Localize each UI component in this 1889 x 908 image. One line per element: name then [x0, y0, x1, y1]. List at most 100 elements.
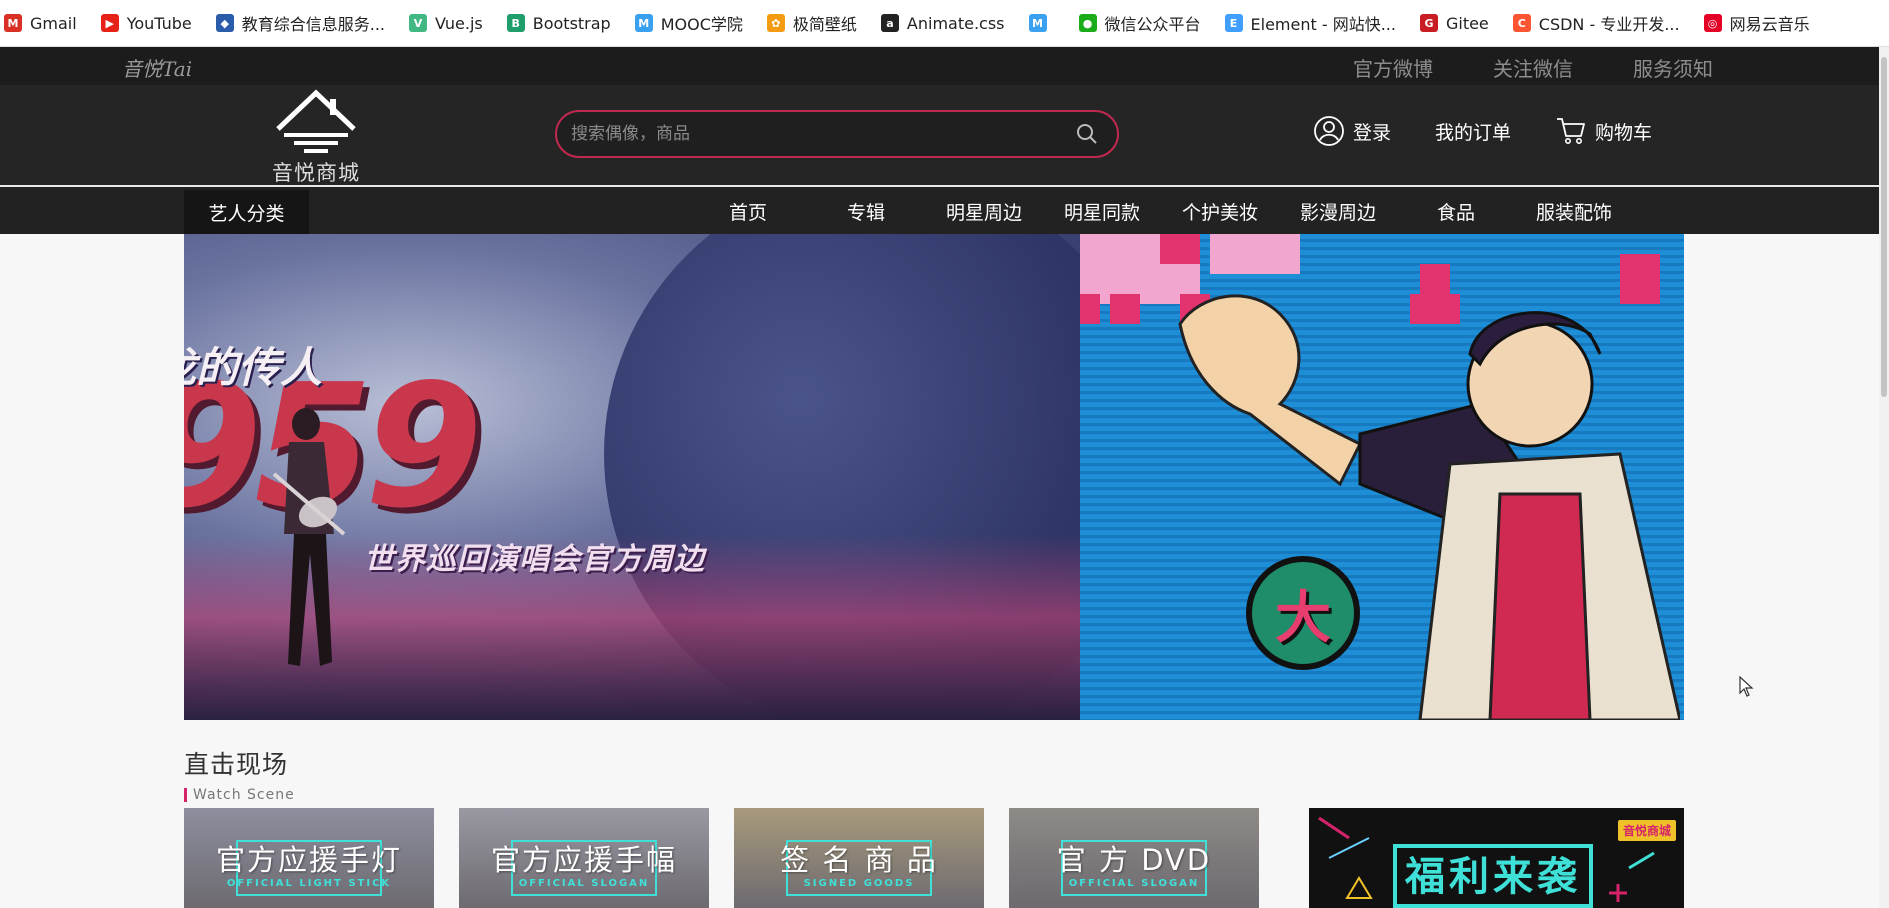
user-icon [1314, 116, 1344, 146]
bookmark-label: 网易云音乐 [1729, 15, 1810, 34]
login-link[interactable]: 登录 [1313, 115, 1391, 147]
card-dvd[interactable]: 官 方 DVD OFFICIAL SLOGAN [1009, 808, 1259, 908]
cart-label: 购物车 [1595, 121, 1653, 144]
scrollbar-thumb[interactable] [1881, 57, 1887, 397]
brand-small[interactable]: 音悦Tai [122, 53, 192, 82]
card-subtitle: OFFICIAL SLOGAN [518, 878, 650, 889]
card-subtitle: SIGNED GOODS [803, 878, 915, 889]
weibo-link[interactable]: 官方微博 [1353, 53, 1433, 82]
bookmark-label: Gitee [1445, 13, 1489, 33]
bookmark-label: Bootstrap [532, 13, 611, 33]
bookmark-item[interactable]: G Gitee [1419, 13, 1489, 33]
search-input[interactable] [557, 124, 1065, 144]
section-subtitle: Watch Scene [184, 788, 295, 802]
bookmark-item[interactable]: E Element - 网站快... [1224, 11, 1396, 35]
bookmark-item[interactable]: M MOOC学院 [634, 11, 743, 35]
bookmark-item[interactable]: ▶ YouTube [100, 13, 192, 33]
logo-text: 音悦商城 [272, 161, 360, 185]
education-icon: ◆ [215, 14, 234, 32]
my-orders-link[interactable]: 我的订单 [1435, 118, 1511, 145]
nav-item-home[interactable]: 首页 [689, 187, 807, 234]
animate-icon: a [880, 14, 899, 32]
top-strip: 音悦Tai 官方微博 关注微信 服务须知 [0, 47, 1889, 85]
bookmark-item[interactable]: V Vue.js [409, 14, 483, 33]
nav-item-anime[interactable]: 影漫周边 [1279, 187, 1397, 234]
main-nav: 艺人分类 首页 专辑 明星周边 明星同款 个护美妆 影漫周边 食品 服装配饰 [0, 187, 1889, 234]
nav-item-star-style[interactable]: 明星同款 [1043, 187, 1161, 234]
csdn-icon: C [1512, 14, 1531, 32]
bookmark-label: Vue.js [435, 13, 483, 33]
bookmark-item[interactable]: M Gmail [4, 14, 77, 33]
cart-icon [1557, 118, 1585, 144]
service-notice-link[interactable]: 服务须知 [1633, 53, 1713, 82]
bookmark-item[interactable]: C CSDN - 专业开发... [1512, 11, 1680, 35]
nav-item-albums[interactable]: 专辑 [807, 187, 925, 234]
wechat-icon: ● [1078, 14, 1097, 32]
pixel-block [1160, 234, 1200, 264]
bookmark-item[interactable]: ◎ 网易云音乐 [1703, 11, 1810, 35]
card-signed-goods[interactable]: 签 名 商 品 SIGNED GOODS [734, 808, 984, 908]
search-button[interactable] [1065, 112, 1109, 156]
promo-tag: 音悦商城 [1617, 820, 1676, 841]
search-box [555, 110, 1119, 158]
mouse-cursor-icon [1739, 676, 1754, 697]
card-subtitle: OFFICIAL LIGHT STICK [226, 878, 392, 889]
card-title: 官 方 DVD [1056, 843, 1212, 877]
gmail-icon: M [4, 14, 22, 32]
card-subtitle: OFFICIAL SLOGAN [1068, 878, 1200, 889]
hero-banner[interactable]: 959 龙的传人 世界巡回演唱会官方周边 大 [184, 234, 1684, 720]
bookmark-item[interactable]: a Animate.css [880, 13, 1005, 33]
promo-text: 福利来袭 [1393, 844, 1593, 908]
pixel-block [1080, 294, 1100, 324]
wallpaper-icon: ✿ [766, 14, 785, 32]
bookmark-label: Element - 网站快... [1250, 15, 1396, 34]
card-light-stick[interactable]: 官方应援手灯 OFFICIAL LIGHT STICK [184, 808, 434, 908]
nav-item-beauty[interactable]: 个护美妆 [1161, 187, 1279, 234]
bookmark-label: Animate.css [906, 13, 1005, 33]
pixel-block [1110, 294, 1140, 324]
bookmark-label: YouTube [126, 13, 192, 33]
banner-badge: 大 [1246, 556, 1360, 670]
m-icon: M [1028, 14, 1047, 32]
artist-category-button[interactable]: 艺人分类 [184, 190, 309, 234]
bookmark-item[interactable]: M [1028, 14, 1055, 32]
card-slogan[interactable]: 官方应援手幅 OFFICIAL SLOGAN [459, 808, 709, 908]
bookmark-label: Gmail [30, 13, 77, 33]
section-title: 直击现场 [184, 750, 289, 779]
mooc-icon: M [634, 14, 653, 32]
bookmark-label: CSDN - 专业开发... [1538, 15, 1680, 34]
card-title: 官方应援手灯 [215, 843, 402, 877]
login-label: 登录 [1353, 121, 1392, 144]
top-links: 官方微博 关注微信 服务须知 [1353, 53, 1713, 82]
guitarist-silhouette [272, 408, 346, 666]
nav-item-food[interactable]: 食品 [1397, 187, 1515, 234]
page-scrollbar[interactable] [1879, 47, 1889, 908]
netease-music-icon: ◎ [1703, 14, 1722, 32]
house-logo-icon [276, 89, 356, 153]
bookmark-item[interactable]: ✿ 极简壁纸 [766, 11, 857, 35]
card-title: 官方应援手幅 [490, 843, 677, 877]
artist-illustration [1178, 294, 1680, 720]
bookmarks-bar: M Gmail ▶ YouTube ◆ 教育综合信息服务... V Vue.js B Bootst… [0, 0, 1889, 47]
nav-item-apparel[interactable]: 服装配饰 [1515, 187, 1633, 234]
bookmark-label: 微信公众平台 [1104, 15, 1201, 34]
promo-banner[interactable]: 福利来袭 音悦商城 [1309, 808, 1684, 908]
bookmark-item[interactable]: ● 微信公众平台 [1078, 11, 1201, 35]
cart-link[interactable]: 购物车 [1555, 116, 1652, 146]
bookmark-label: 教育综合信息服务... [241, 15, 386, 34]
banner-concert[interactable]: 959 龙的传人 世界巡回演唱会官方周边 [184, 234, 1080, 720]
site-header: 音悦商城 登录 我的订单 购 [0, 85, 1889, 186]
nav-items: 首页 专辑 明星周边 明星同款 个护美妆 影漫周边 食品 服装配饰 [689, 187, 1633, 234]
bookmark-label: MOOC学院 [660, 15, 743, 34]
site-logo[interactable]: 音悦商城 [270, 87, 362, 185]
bookmark-item[interactable]: ◆ 教育综合信息服务... [215, 11, 386, 35]
bookmark-label: 极简壁纸 [792, 15, 857, 34]
user-links: 登录 我的订单 购物车 [1313, 115, 1696, 147]
badge-text: 大 [1275, 585, 1331, 651]
element-icon: E [1224, 14, 1243, 32]
bookmark-item[interactable]: B Bootstrap [506, 13, 611, 33]
banner-artist[interactable]: 大 [1080, 234, 1684, 720]
wechat-follow-link[interactable]: 关注微信 [1493, 53, 1573, 82]
bootstrap-icon: B [506, 14, 525, 32]
nav-item-star-merch[interactable]: 明星周边 [925, 187, 1043, 234]
